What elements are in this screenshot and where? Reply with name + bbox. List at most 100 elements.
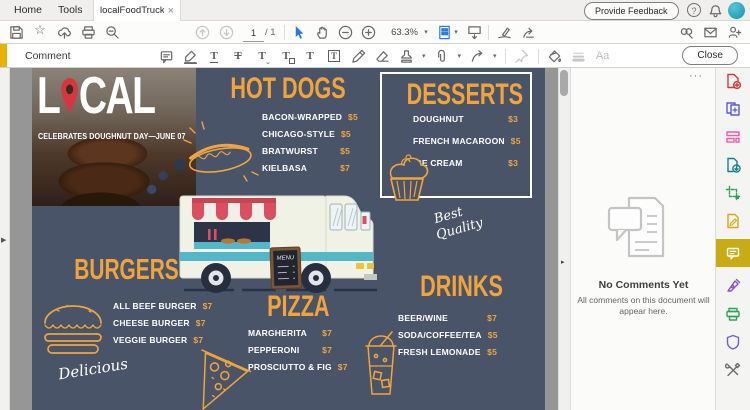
avatar[interactable]	[728, 2, 745, 19]
scanner-printer-icon	[726, 307, 740, 321]
more-tools-button[interactable]	[716, 360, 750, 379]
highlighter-icon	[183, 50, 197, 64]
cloud-upload-icon	[57, 26, 71, 39]
page-number-input[interactable]	[243, 25, 264, 42]
stamp-button[interactable]	[398, 48, 414, 64]
highlight-button[interactable]	[182, 48, 198, 64]
brand-letter-l: L	[37, 68, 61, 125]
erase-button[interactable]	[374, 48, 390, 64]
delicious-note: Delicious	[57, 354, 130, 384]
eraser-icon	[375, 50, 389, 62]
organize-pages-button[interactable]	[716, 127, 750, 146]
menu-item: DOUGHNUT $3	[413, 114, 518, 124]
comment-toolbar-title: Comment	[25, 50, 71, 62]
zoom-dropdown-button[interactable]: ▾	[422, 24, 430, 40]
hand-tool-button[interactable]	[314, 24, 330, 40]
tab-home[interactable]: Home	[8, 0, 48, 21]
pencil-icon	[351, 49, 365, 63]
scan-ocr-button[interactable]	[716, 304, 750, 323]
location-pin-icon	[61, 78, 78, 113]
document-tab-label: localFoodTruckm...	[100, 5, 164, 16]
tab-document[interactable]: localFoodTruckm... ×	[93, 0, 181, 21]
send-button[interactable]	[520, 24, 536, 40]
empty-subtitle: All comments on this document will appear…	[577, 295, 710, 316]
underline-text-button[interactable]: T	[206, 48, 222, 64]
combine-files-button[interactable]	[716, 99, 750, 118]
close-tab-icon[interactable]: ×	[168, 5, 174, 17]
chevron-down-icon[interactable]: ▾	[458, 52, 462, 60]
menu-item: BEER/WINE $7	[398, 313, 497, 323]
tab-tools[interactable]: Tools	[52, 0, 89, 21]
close-comment-button[interactable]: Close	[682, 46, 738, 65]
fill-sign-button[interactable]	[716, 276, 750, 295]
keep-tool-selected-button[interactable]	[514, 48, 530, 64]
tools-rail	[715, 68, 750, 410]
comment-tool-button[interactable]	[715, 239, 750, 267]
help-button[interactable]: ?	[687, 3, 701, 17]
notifications-button[interactable]	[707, 3, 723, 19]
export-pdf-button[interactable]	[716, 155, 750, 174]
expand-left-panel-icon[interactable]: ▶	[1, 236, 6, 244]
attach-file-button[interactable]	[434, 48, 450, 64]
text-properties-button[interactable]: Aa	[595, 48, 611, 64]
star-button[interactable]: ☆	[32, 22, 48, 38]
menu-item: CHICAGO-STYLE $5	[262, 129, 351, 139]
pdf-page[interactable]: L CAL CELEBRATES DOUGHNUT DAY—JUNE 07 HO…	[32, 68, 545, 410]
vertical-scrollbar[interactable]: ▸	[558, 68, 570, 410]
sign-button[interactable]	[496, 24, 512, 40]
next-page-button[interactable]	[218, 24, 234, 40]
section-title-burgers: BURGERS	[74, 254, 179, 286]
menu-item: PROSCIUTTO & FIG $7	[248, 362, 348, 372]
cursor-arrow-icon	[295, 25, 303, 39]
left-panel-strip[interactable]: ▶	[0, 68, 10, 410]
save-icon	[9, 25, 23, 39]
previous-page-button[interactable]	[194, 24, 210, 40]
insert-text-button[interactable]: T ⌄	[254, 48, 271, 66]
line-weight-button[interactable]	[571, 48, 587, 64]
comments-panel: ··· No Comments Yet All comments on this…	[570, 68, 715, 410]
text-box-button[interactable]: T	[326, 48, 342, 64]
add-people-button[interactable]	[726, 24, 742, 40]
panel-options-button[interactable]: ···	[689, 70, 703, 82]
edit-pdf-button[interactable]	[716, 183, 750, 202]
burger-doodle-icon	[44, 304, 102, 354]
link-button[interactable]	[678, 24, 694, 40]
strikethrough-text-button[interactable]: T	[230, 48, 246, 64]
main-area: ▶ L CAL CELEBRATES DOUGHNUT DAY—JUNE 07 …	[0, 68, 750, 410]
share-cloud-button[interactable]	[56, 24, 72, 40]
page-display-dropdown[interactable]: ▾	[452, 24, 460, 40]
zoom-level-value[interactable]: 63.3%	[382, 27, 418, 38]
prepare-form-button[interactable]	[716, 211, 750, 230]
form-doc-icon	[727, 213, 739, 228]
replace-text-button[interactable]: T	[278, 48, 295, 64]
provide-feedback-button[interactable]: Provide Feedback	[584, 2, 679, 20]
fit-width-button[interactable]	[466, 24, 482, 40]
comments-empty-state: No Comments Yet All comments on this doc…	[571, 194, 716, 317]
draw-button[interactable]	[350, 48, 366, 64]
comment-bubble-icon	[726, 247, 740, 260]
collapse-panel-icon[interactable]: ▸	[561, 258, 565, 266]
sticky-note-button[interactable]	[158, 48, 174, 64]
tab-bar: Home Tools localFoodTruckm... × Provide …	[0, 0, 750, 21]
menu-item: SODA/COFFEE/TEA $5	[398, 330, 498, 340]
select-tool-button[interactable]	[291, 24, 307, 40]
create-pdf-button[interactable]	[716, 71, 750, 90]
scrollbar-thumb[interactable]	[560, 70, 568, 96]
save-button[interactable]	[8, 24, 24, 40]
email-button[interactable]	[702, 24, 718, 40]
add-text-button[interactable]: T	[302, 48, 318, 64]
chevron-down-icon[interactable]: ▾	[493, 52, 497, 60]
main-toolbar: ☆ / 1 63.3% ▾ ▾	[0, 21, 750, 44]
chevron-down-icon[interactable]: ▾	[422, 52, 426, 60]
color-picker-button[interactable]	[547, 48, 563, 64]
page-total-label: / 1	[265, 27, 276, 38]
brand-letters-cal: CAL	[78, 68, 156, 125]
zoom-out-tool-button[interactable]	[104, 24, 120, 40]
chevron-down-icon: ▾	[454, 29, 458, 36]
page-display-button[interactable]	[436, 24, 452, 40]
drawing-tools-button[interactable]	[469, 48, 485, 64]
print-button[interactable]	[80, 24, 96, 40]
zoom-in-button[interactable]	[360, 24, 376, 40]
zoom-out-button[interactable]	[337, 24, 353, 40]
protect-pdf-button[interactable]	[716, 332, 750, 351]
